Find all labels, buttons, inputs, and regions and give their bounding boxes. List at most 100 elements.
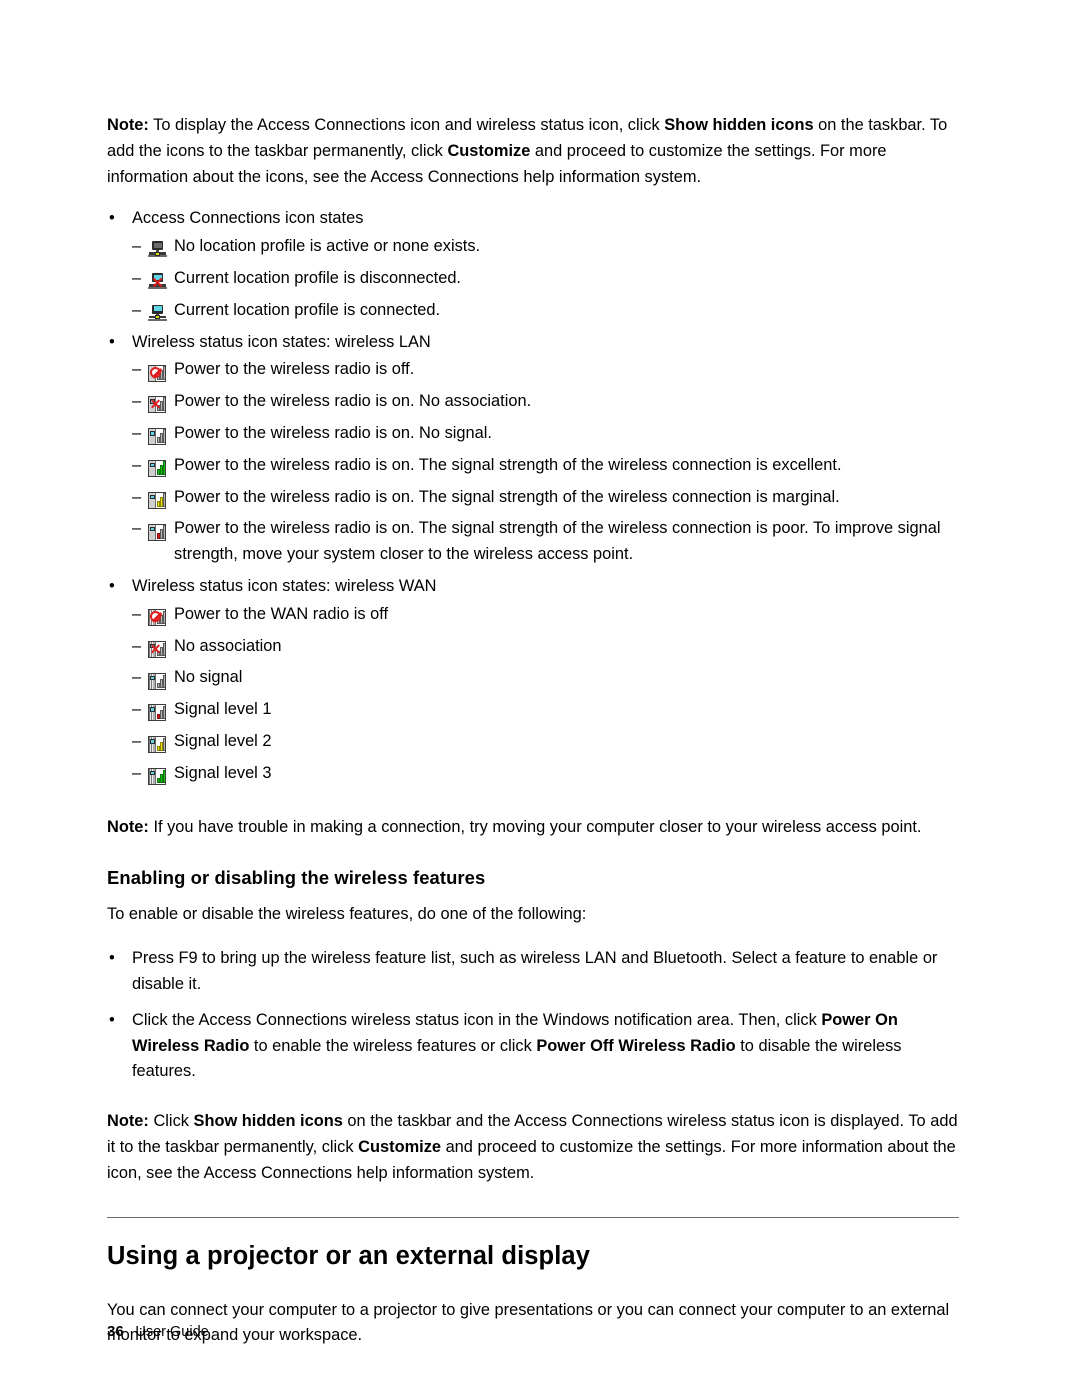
dash-glyph: – [132, 360, 142, 379]
enabling-intro: To enable or disable the wireless featur… [107, 905, 587, 924]
computer-disconnected-icon: ✕ [148, 269, 167, 295]
note-bottom: Note: Click Show hidden icons on the tas… [107, 1109, 965, 1186]
dash-glyph: – [132, 604, 142, 623]
projector-paragraph: You can connect your computer to a proje… [107, 1300, 950, 1345]
list-item-access-connections: • Access Connections icon states – No lo… [107, 206, 965, 323]
list-item-label: Power to the wireless radio is off. [174, 360, 415, 379]
list-item: – Signal level 3 [132, 761, 965, 787]
list-item: • Click the Access Connections wireless … [107, 1008, 965, 1085]
list-item-label: Power to the wireless radio is on. The s… [174, 519, 941, 564]
list-item: • Press F9 to bring up the wireless feat… [107, 946, 965, 998]
page-heading-projector: Using a projector or an external display [107, 1241, 590, 1270]
dash-glyph: – [132, 487, 142, 506]
dash-glyph: – [132, 731, 142, 750]
dash-glyph: – [132, 455, 142, 474]
note-top-text-1: To display the Access Connections icon a… [148, 116, 665, 134]
list-item-label: Power to the WAN radio is off [174, 604, 389, 623]
list-item: – No signal [132, 665, 965, 691]
wwan-signal-level-3-icon [148, 764, 166, 790]
bullet-glyph: • [109, 576, 115, 595]
wlan-no-signal-icon [148, 424, 166, 450]
wireless-lan-sublist: – Power to the wireless radio is off. – [132, 357, 965, 568]
list-item-label: No association [174, 636, 282, 655]
bullet2-text-1: Click the Access Connections wireless st… [132, 1010, 822, 1029]
dash-glyph: – [132, 237, 142, 256]
note-label: Note: [107, 817, 149, 836]
list-item: – Power to the wireless radio is off. [132, 357, 965, 383]
list-item: – Power to the wireless radio is on. No … [132, 421, 965, 447]
note-top: Note: To display the Access Connections … [107, 113, 965, 190]
wlan-signal-marginal-icon [148, 488, 166, 514]
wlan-no-association-icon: ✕ [148, 392, 166, 418]
list-item-label: Power to the wireless radio is on. No as… [174, 392, 532, 411]
bullet-glyph: • [109, 209, 115, 228]
dash-glyph: – [132, 392, 142, 411]
list-item: – Power to the wireless radio is on. The… [132, 516, 965, 568]
list-item-label: No location profile is active or none ex… [174, 237, 481, 256]
note-connection: Note: If you have trouble in making a co… [107, 815, 965, 841]
list-item-label: Power to the wireless radio is on. No si… [174, 423, 492, 442]
note-connection-text: If you have trouble in making a connecti… [148, 817, 922, 836]
bullet-glyph: • [109, 1010, 115, 1029]
dash-glyph: – [132, 519, 142, 538]
bullet-glyph: • [109, 332, 115, 351]
wireless-wan-list: • Wireless status icon states: wireless … [107, 574, 965, 787]
enabling-options-list: • Press F9 to bring up the wireless feat… [107, 946, 965, 1085]
access-connections-heading: Access Connections icon states [132, 209, 364, 228]
document-title: User Guide [135, 1324, 209, 1340]
list-item-label: No signal [174, 668, 243, 687]
note-bottom-bold-1: Show hidden icons [193, 1112, 343, 1131]
list-item-label: Click the Access Connections wireless st… [132, 1011, 902, 1081]
wlan-signal-excellent-icon [148, 456, 166, 482]
computer-connected-icon [148, 301, 167, 327]
wwan-radio-off-icon [148, 605, 166, 631]
wireless-lan-list: • Wireless status icon states: wireless … [107, 330, 965, 568]
access-connections-list: • Access Connections icon states – No lo… [107, 206, 965, 323]
list-item: – Power to the WAN radio is off [132, 602, 965, 628]
list-item-label: Current location profile is connected. [174, 300, 441, 319]
list-item-label: Signal level 1 [174, 700, 272, 719]
access-connections-sublist: – No location profile is active or none … [132, 234, 965, 323]
bullet-glyph: • [109, 949, 115, 968]
note-bottom-bold-2: Customize [358, 1137, 442, 1156]
dash-glyph: – [132, 668, 142, 687]
wlan-radio-off-icon [148, 360, 166, 386]
bullet2-text-2: to enable the wireless features or click [249, 1036, 537, 1055]
list-item-wireless-lan: • Wireless status icon states: wireless … [107, 330, 965, 568]
wlan-signal-poor-icon [148, 519, 166, 545]
wireless-wan-heading: Wireless status icon states: wireless WA… [132, 576, 437, 595]
wwan-no-signal-icon [148, 668, 166, 694]
list-item: – Power to the wireless radio is on. The… [132, 485, 965, 511]
list-item-label: Power to the wireless radio is on. The s… [174, 455, 842, 474]
dash-glyph: – [132, 763, 142, 782]
note-label: Note: [107, 1112, 149, 1131]
page-number: 36 [107, 1323, 124, 1340]
list-item-label: Signal level 2 [174, 731, 272, 750]
list-item: – No location profile is active or none … [132, 234, 965, 260]
dash-glyph: – [132, 300, 142, 319]
note-bottom-text-1: Click [148, 1112, 194, 1131]
list-item: – Signal level 1 [132, 697, 965, 723]
note-top-bold-1: Show hidden icons [664, 116, 814, 134]
wireless-wan-sublist: – Power to the WAN radio is off – ✕ No a… [132, 602, 965, 787]
list-item: – Signal level 2 [132, 729, 965, 755]
dash-glyph: – [132, 423, 142, 442]
dash-glyph: – [132, 700, 142, 719]
list-item: – Current location profile is connected. [132, 298, 965, 324]
list-item-label: Current location profile is disconnected… [174, 268, 461, 287]
list-item: – Power to the wireless radio is on. The… [132, 453, 965, 479]
bullet2-bold-2: Power Off Wireless Radio [536, 1036, 736, 1055]
list-item: – ✕ No association [132, 634, 965, 660]
dash-glyph: – [132, 268, 142, 287]
wwan-no-association-icon: ✕ [148, 637, 166, 663]
document-page: Note: To display the Access Connections … [0, 0, 1080, 1397]
wireless-lan-heading: Wireless status icon states: wireless LA… [132, 332, 431, 351]
wwan-signal-level-2-icon [148, 732, 166, 758]
list-item-label: Power to the wireless radio is on. The s… [174, 487, 840, 506]
computer-inactive-icon [148, 237, 167, 263]
page-subheading-enabling: Enabling or disabling the wireless featu… [107, 867, 486, 889]
page-footer: 36 User Guide [107, 1322, 209, 1341]
list-item-label: Signal level 3 [174, 763, 272, 782]
list-item: – ✕ Power to the wireless radio is on. N… [132, 389, 965, 415]
wwan-signal-level-1-icon [148, 700, 166, 726]
